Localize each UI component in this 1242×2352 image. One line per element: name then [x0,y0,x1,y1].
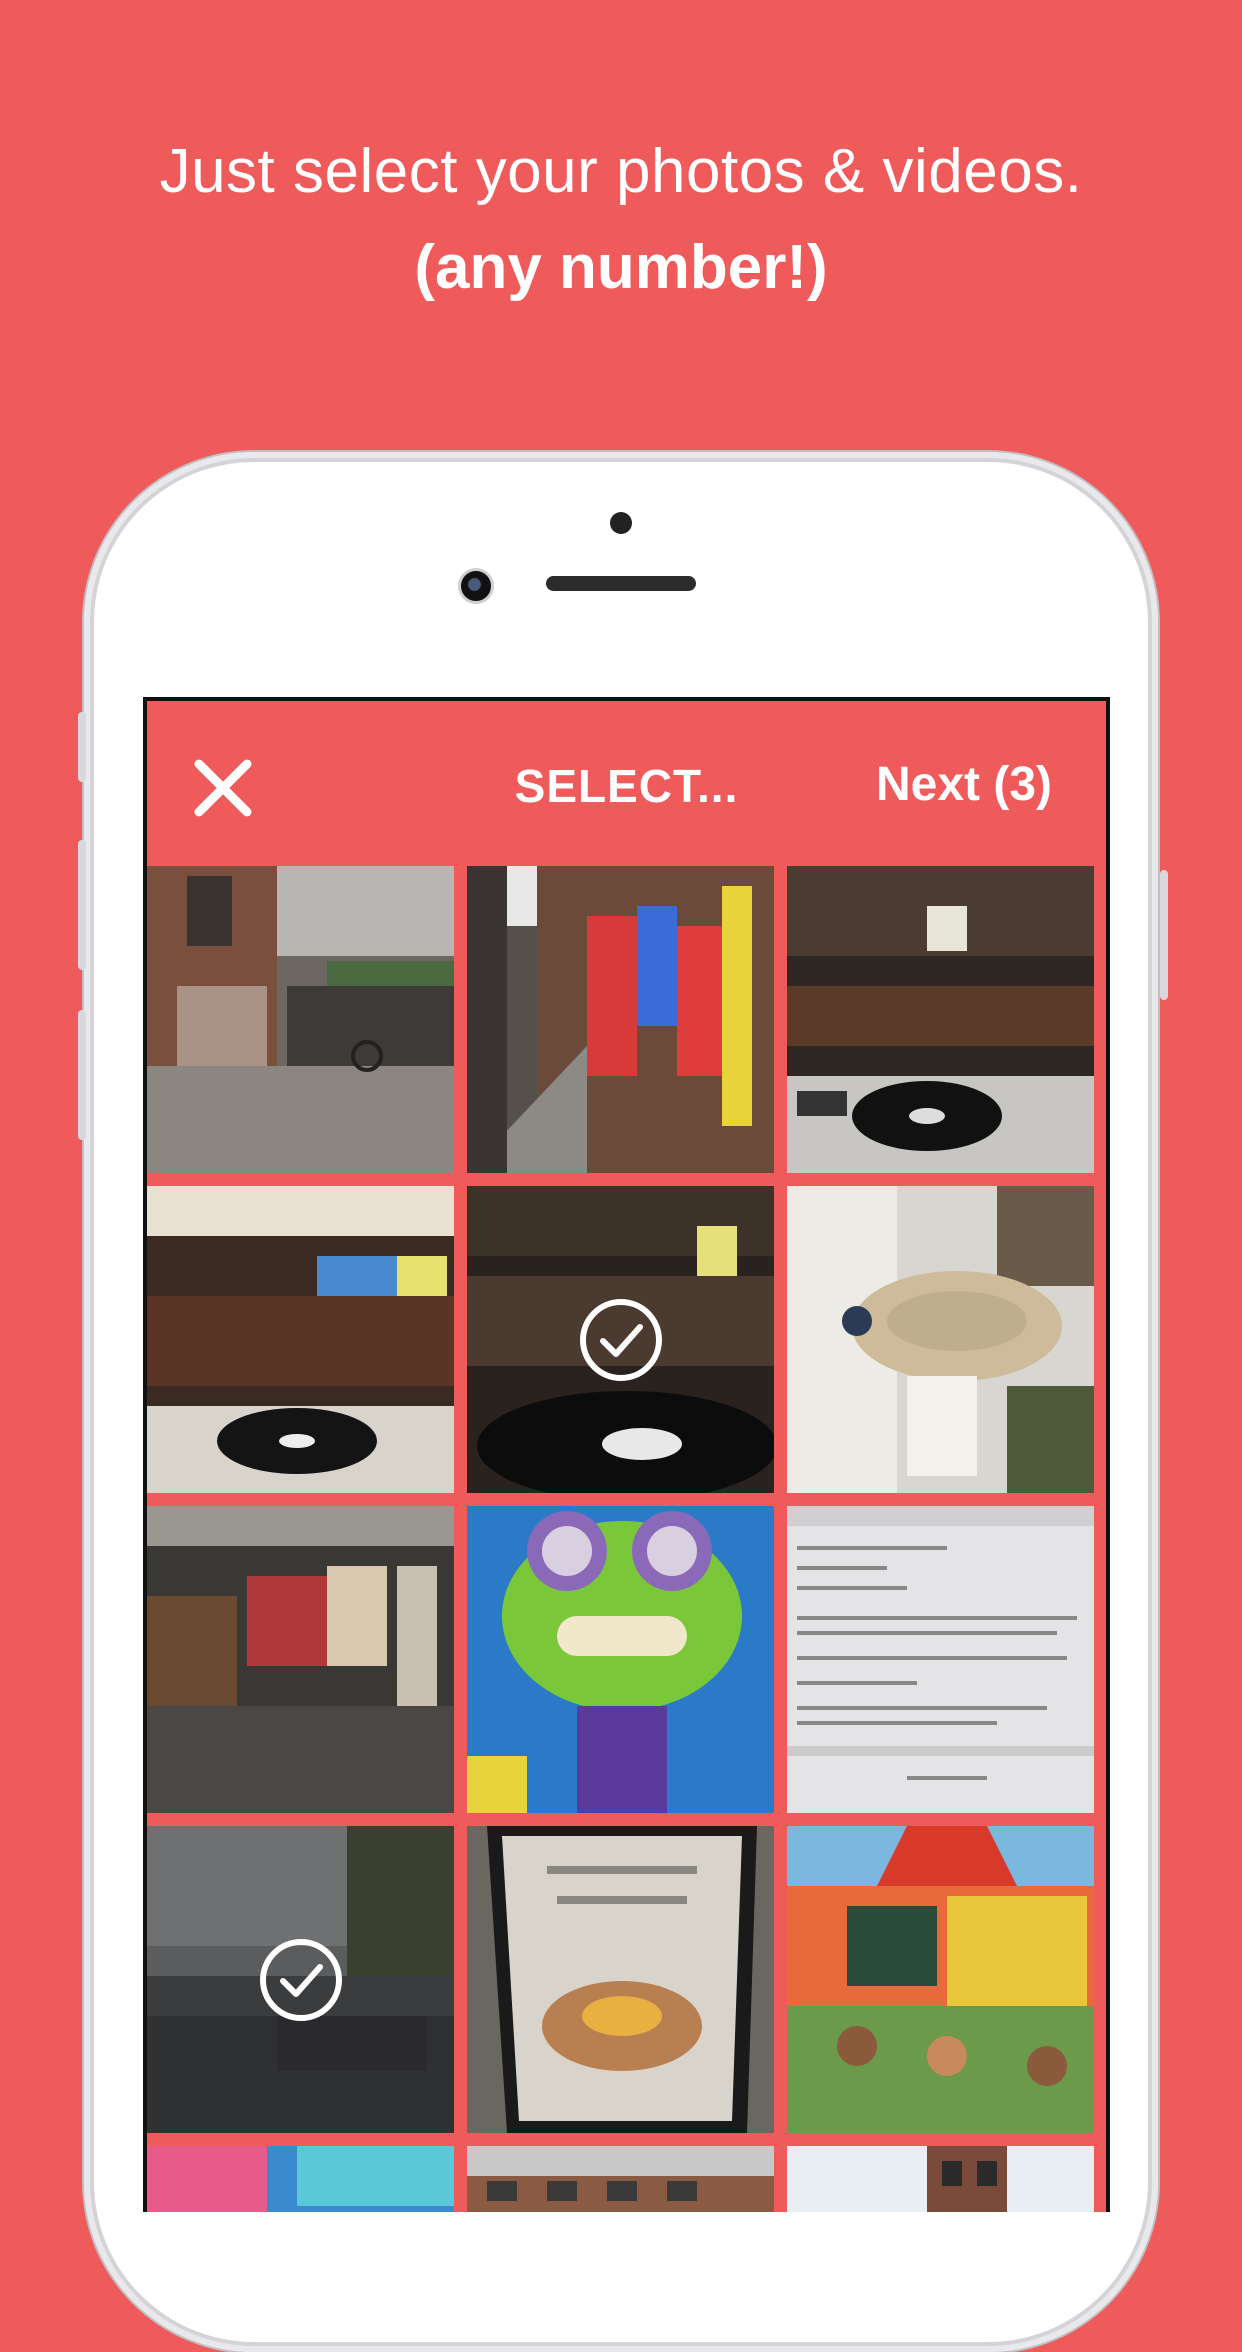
photo-mural-partial [147,2146,454,2212]
photo-thumbnail[interactable] [787,866,1094,1173]
photo-food-poster [467,1826,774,2133]
phone-mute-switch [78,712,86,782]
photo-record-shop-turntable [787,866,1094,1173]
selected-check-icon [578,1297,664,1383]
photo-thumbnail[interactable] [147,1186,454,1493]
photo-alley-courtyard [147,866,454,1173]
phone-volume-up [78,840,86,970]
photo-millennium-falcon [787,1186,1094,1493]
photo-thumbnail[interactable] [467,1186,774,1493]
phone-power-button [1160,870,1168,1000]
photo-thumbnail[interactable] [147,1506,454,1813]
photo-grid [147,866,1106,2212]
photo-record-shop-interior [147,1186,454,1493]
photo-tower-partial [787,2146,1094,2212]
photo-buildings-partial [467,2146,774,2212]
photo-arcade-passage [147,1506,454,1813]
photo-thumbnail[interactable] [147,866,454,1173]
photo-thumbnail[interactable] [467,866,774,1173]
headline-line1: Just select your photos & videos. [159,137,1083,206]
photo-thumbnail[interactable] [147,1826,454,2133]
photo-thumbnail[interactable] [787,1506,1094,1813]
photo-thumbnail[interactable] [467,1506,774,1813]
headline-line2: (any number!) [414,233,828,302]
front-camera [458,568,494,604]
next-button[interactable]: Next (3) [876,757,1052,812]
proximity-sensor [610,512,632,534]
photo-thumbnail[interactable] [787,2146,1094,2212]
top-bar: SELECT... Next (3) [147,701,1106,866]
photo-screen-text [787,1506,1094,1813]
selected-check-icon [258,1937,344,2023]
photo-thumbnail[interactable] [467,2146,774,2212]
photo-frog-graffiti [467,1506,774,1813]
photo-thumbnail[interactable] [787,1186,1094,1493]
photo-graffiti-alley [467,866,774,1173]
photo-thumbnail[interactable] [147,2146,454,2212]
photo-thumbnail[interactable] [467,1826,774,2133]
app-screen: SELECT... Next (3) [143,697,1110,2212]
earpiece-speaker [546,576,696,591]
phone-volume-down [78,1010,86,1140]
photo-school-mural [787,1826,1094,2133]
photo-thumbnail[interactable] [787,1826,1094,2133]
